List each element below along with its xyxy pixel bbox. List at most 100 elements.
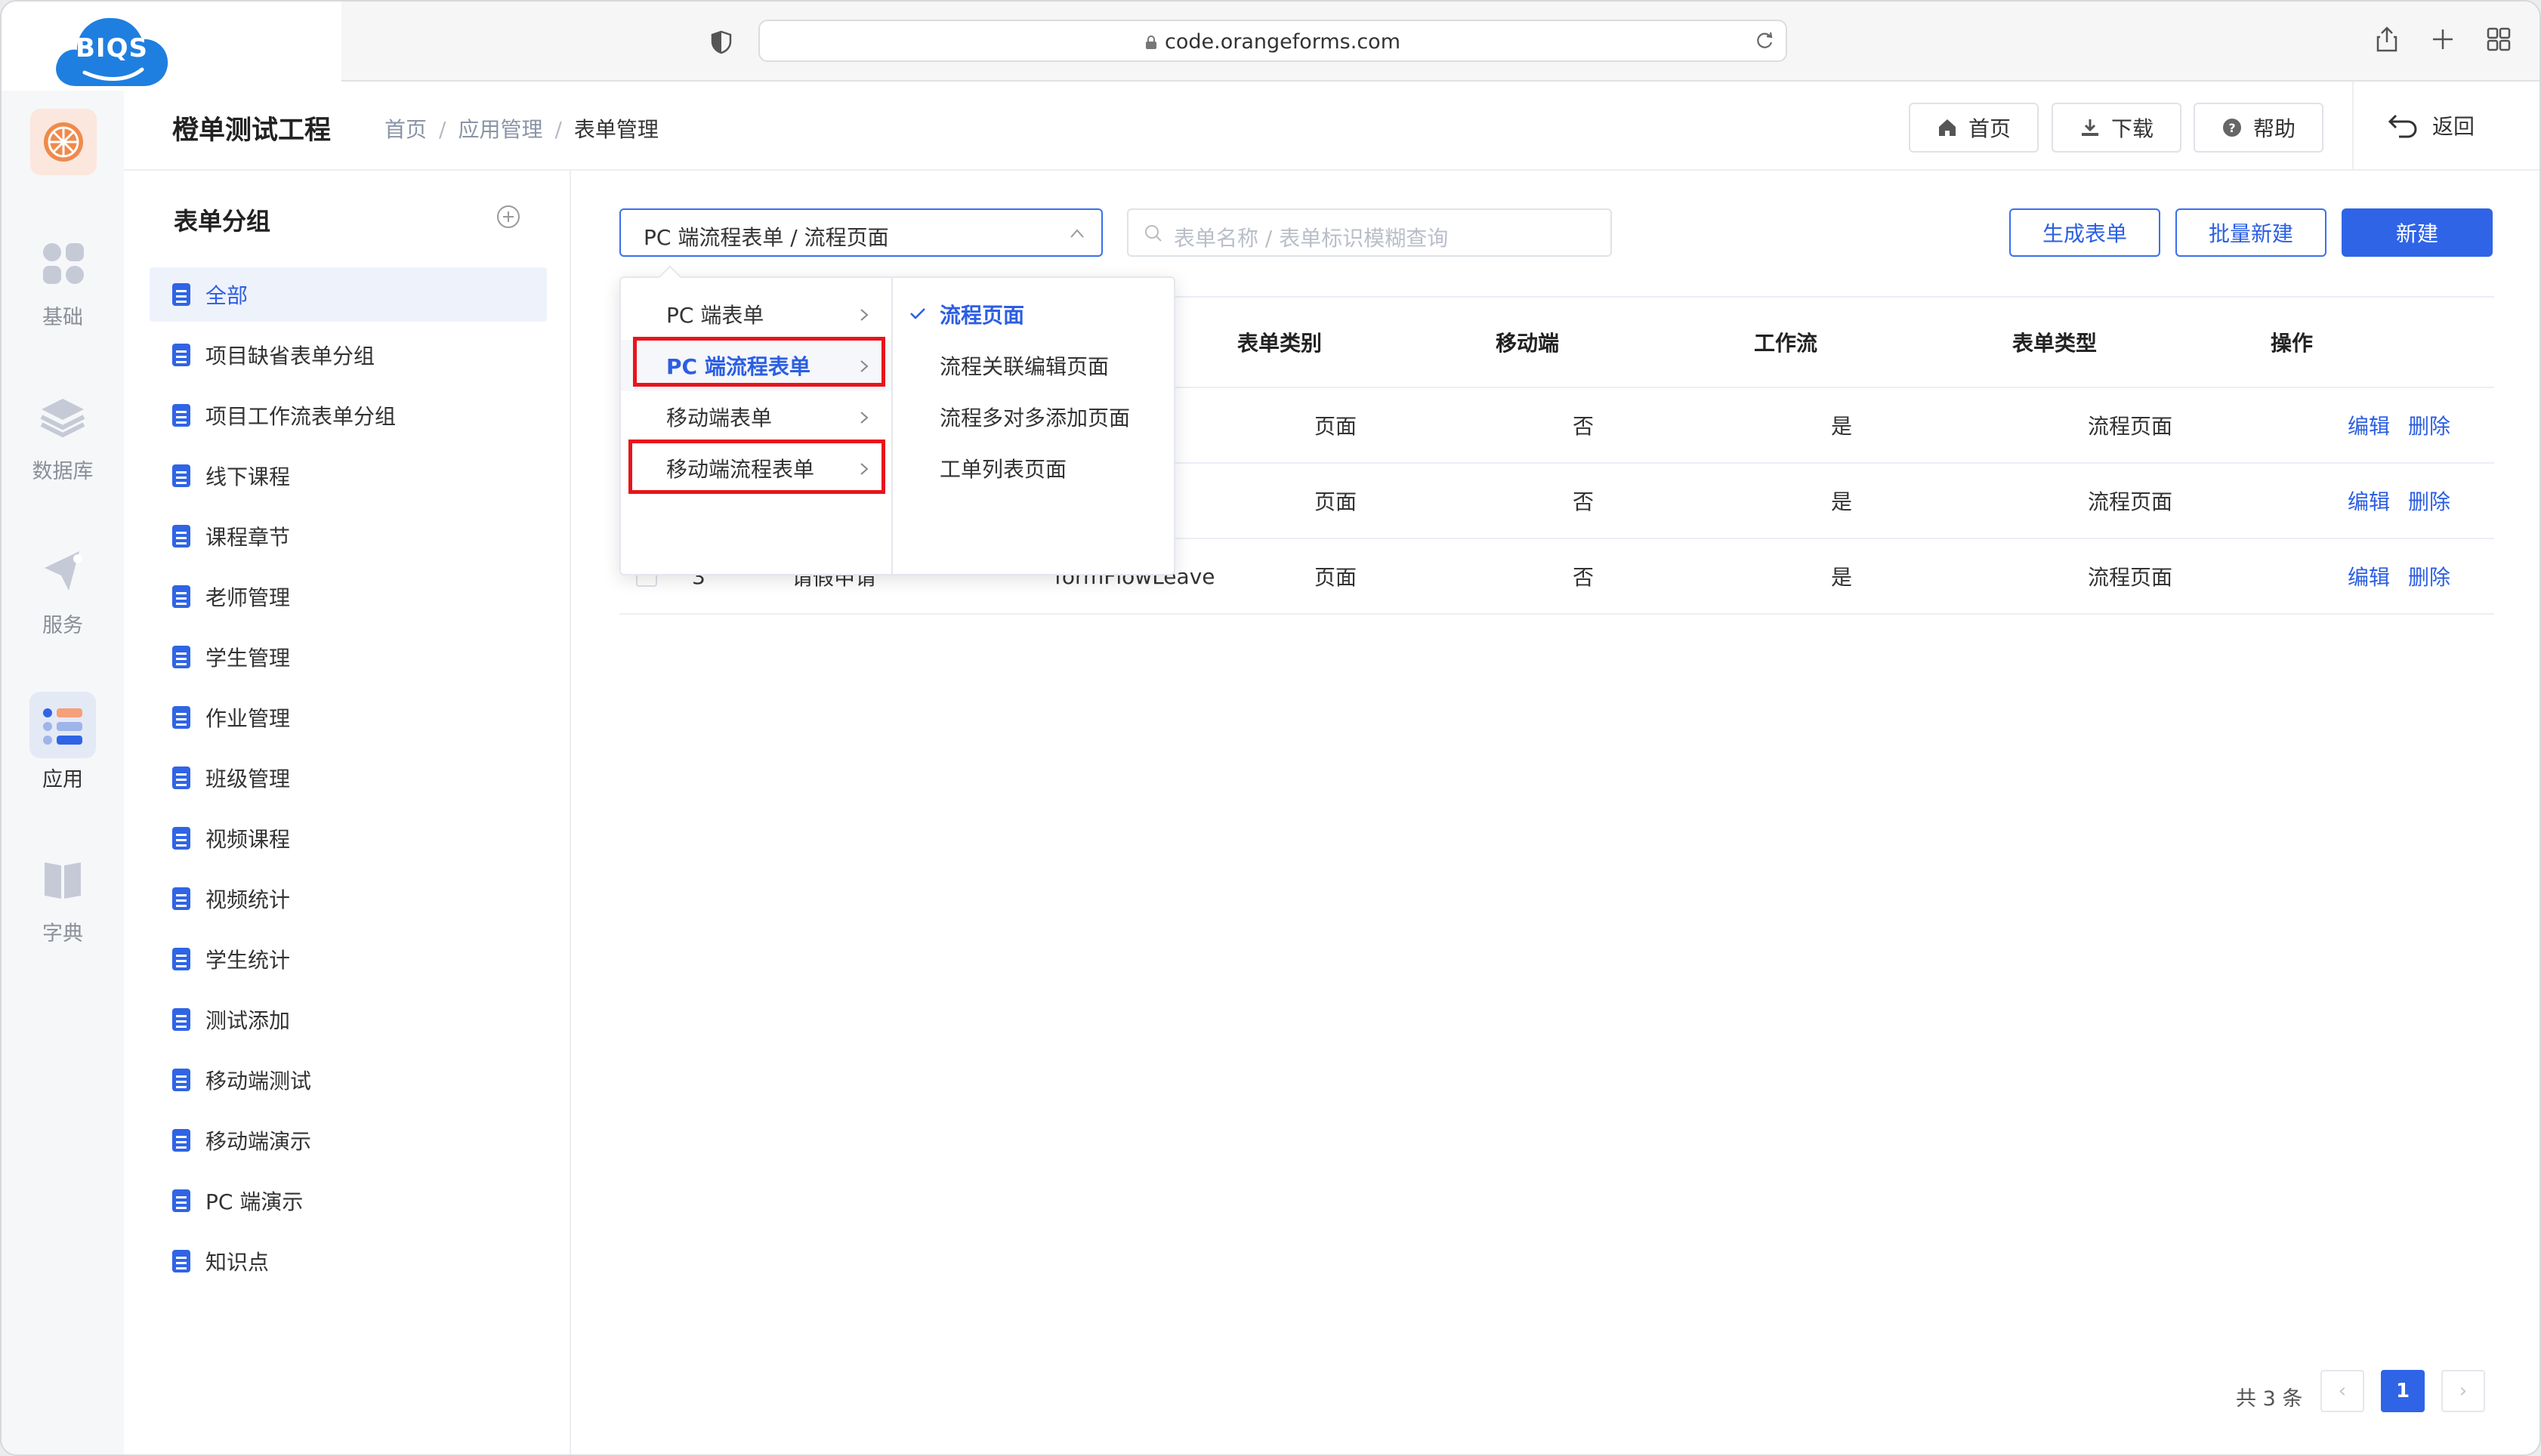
highlight-box-pc-flow-form	[633, 337, 885, 387]
delete-link[interactable]: 删除	[2408, 561, 2450, 591]
form-mobile: 否	[1573, 414, 1595, 439]
url-text: code.orangeforms.com	[1165, 30, 1400, 54]
tab-overview-icon[interactable]	[2485, 26, 2512, 53]
document-icon	[172, 706, 190, 729]
document-icon	[172, 1008, 190, 1031]
cascader-option-flow-page[interactable]: 流程页面	[894, 288, 1175, 340]
document-icon	[172, 1250, 190, 1272]
home-button[interactable]: 首页	[1909, 103, 2039, 153]
address-bar[interactable]: code.orangeforms.com	[758, 20, 1787, 62]
document-icon	[172, 948, 190, 970]
option-label: 移动端表单	[666, 406, 773, 430]
document-icon	[172, 525, 190, 548]
shield-icon[interactable]	[710, 30, 733, 54]
group-item[interactable]: 线下课程	[150, 449, 547, 503]
group-item[interactable]: 班级管理	[150, 751, 547, 805]
cascader-option-pc-form[interactable]: PC 端表单	[621, 288, 891, 340]
group-item-label: 测试添加	[205, 1008, 291, 1033]
delete-link[interactable]: 删除	[2408, 410, 2450, 440]
group-item[interactable]: 学生管理	[150, 630, 547, 684]
help-button[interactable]: ? 帮助	[2194, 103, 2323, 153]
group-item[interactable]: 项目缺省表单分组	[150, 328, 547, 382]
rail-label: 字典	[42, 922, 83, 945]
rail-item-basic[interactable]: 基础	[2, 230, 124, 330]
rail-item-database[interactable]: 数据库	[2, 384, 124, 484]
group-item[interactable]: 老师管理	[150, 569, 547, 624]
chevron-right-icon	[860, 309, 869, 321]
breadcrumb-app-manage[interactable]: 应用管理	[458, 117, 542, 142]
breadcrumb-home[interactable]: 首页	[384, 117, 427, 142]
edit-link[interactable]: 编辑	[2348, 410, 2390, 440]
form-group-panel: 表单分组 全部 项目缺省表单分组 项目工作流表单分组 线下课程 课程章节 老师管…	[124, 171, 571, 1454]
add-group-icon[interactable]	[496, 204, 521, 230]
group-item-label: 线下课程	[205, 464, 291, 489]
download-icon	[2081, 119, 2098, 136]
group-item[interactable]: 移动端演示	[150, 1113, 547, 1168]
group-item[interactable]: 测试添加	[150, 992, 547, 1047]
rail-label: 数据库	[32, 460, 94, 483]
highlight-box-mobile-flow-form	[628, 440, 885, 494]
row-actions: 编辑 删除	[2348, 464, 2468, 538]
group-item[interactable]: 项目工作流表单分组	[150, 388, 547, 443]
page-1-button[interactable]: 1	[2381, 1370, 2425, 1412]
column-header: 操作	[2271, 331, 2314, 356]
document-icon	[172, 646, 190, 668]
prev-page-button[interactable]: ‹	[2320, 1370, 2364, 1412]
document-icon	[172, 464, 190, 487]
group-item-all[interactable]: 全部	[150, 267, 547, 322]
cascader-option-mobile-form[interactable]: 移动端表单	[621, 391, 891, 443]
orange-brand-icon[interactable]	[30, 109, 97, 175]
document-icon	[172, 344, 190, 366]
delete-link[interactable]: 删除	[2408, 486, 2450, 516]
download-button[interactable]: 下载	[2052, 103, 2181, 153]
form-type: 流程页面	[2088, 489, 2173, 514]
back-button[interactable]: 返回	[2387, 110, 2475, 140]
option-label: 工单列表页面	[940, 457, 1067, 482]
search-input[interactable]: 表单名称 / 表单标识模糊查询	[1127, 208, 1612, 257]
rail-item-dictionary[interactable]: 字典	[2, 846, 124, 946]
service-icon	[29, 538, 96, 604]
database-icon	[29, 384, 96, 450]
project-title: 橙单测试工程	[172, 116, 332, 146]
group-item[interactable]: 作业管理	[150, 690, 547, 745]
reload-icon[interactable]	[1754, 30, 1775, 51]
group-item[interactable]: 知识点	[150, 1234, 547, 1288]
edit-link[interactable]: 编辑	[2348, 486, 2390, 516]
cascader-option-flow-many-to-many[interactable]: 流程多对多添加页面	[894, 391, 1175, 443]
lock-icon	[1146, 35, 1156, 49]
app-list-icon	[29, 692, 96, 758]
header-divider	[2352, 82, 2354, 171]
document-icon	[172, 283, 190, 306]
group-item[interactable]: 移动端测试	[150, 1053, 547, 1107]
group-item-label: 课程章节	[205, 525, 291, 550]
rail-item-service[interactable]: 服务	[2, 538, 124, 638]
edit-link[interactable]: 编辑	[2348, 561, 2390, 591]
cascader-option-flow-related-edit[interactable]: 流程关联编辑页面	[894, 340, 1175, 391]
rail-item-app[interactable]: 应用	[2, 692, 124, 792]
cascader-option-ticket-list[interactable]: 工单列表页面	[894, 443, 1175, 494]
group-item[interactable]: 学生统计	[150, 932, 547, 986]
home-button-label: 首页	[1968, 116, 2011, 141]
group-item[interactable]: 视频课程	[150, 811, 547, 865]
group-item[interactable]: 视频统计	[150, 871, 547, 926]
grid-icon	[29, 230, 96, 296]
search-icon	[1145, 225, 1162, 242]
pagination-total: 共 3 条	[2236, 1387, 2303, 1411]
form-workflow: 是	[1831, 565, 1853, 590]
next-page-button[interactable]: ›	[2441, 1370, 2485, 1412]
breadcrumb: 首页 / 应用管理 / 表单管理	[384, 113, 659, 143]
icon-rail: 基础 数据库 服务 应用 字典	[2, 82, 124, 1454]
batch-new-button[interactable]: 批量新建	[2175, 208, 2326, 257]
new-button[interactable]: 新建	[2342, 208, 2493, 257]
logo-text: BIQS	[76, 33, 148, 63]
group-item[interactable]: PC 端演示	[150, 1174, 547, 1228]
new-tab-icon[interactable]	[2429, 26, 2456, 53]
check-icon	[910, 308, 925, 319]
group-item[interactable]: 课程章节	[150, 509, 547, 563]
generate-form-button[interactable]: 生成表单	[2009, 208, 2160, 257]
share-icon[interactable]	[2373, 26, 2401, 53]
option-label: 流程多对多添加页面	[940, 406, 1131, 430]
form-type-cascader[interactable]: PC 端流程表单 / 流程页面	[619, 208, 1103, 257]
cascader-dropdown: PC 端表单 PC 端流程表单 移动端表单 移动端流程表单 流程页面 流程关联编…	[619, 265, 1175, 575]
form-mobile: 否	[1573, 489, 1595, 514]
